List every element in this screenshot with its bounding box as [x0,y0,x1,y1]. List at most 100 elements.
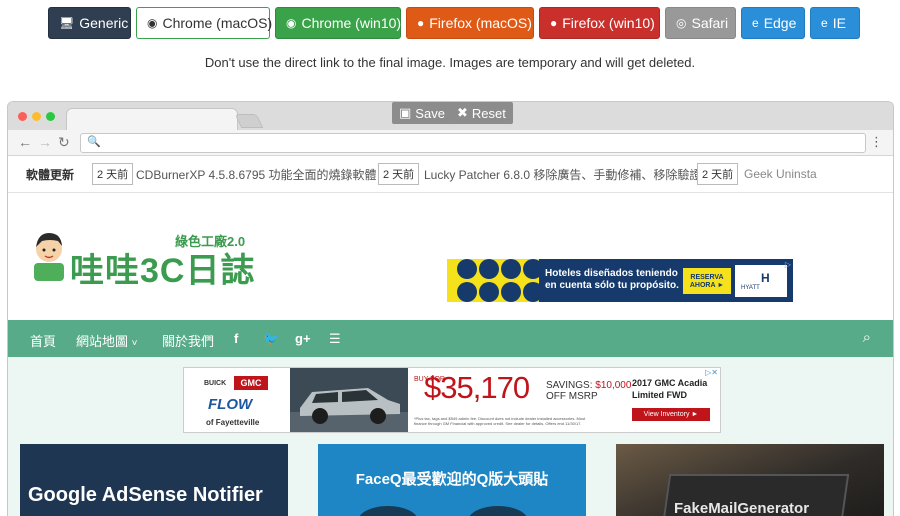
url-input[interactable]: 🔍 [80,133,866,153]
hyatt-label: HYATT [741,285,760,291]
dealer-name: of Fayetteville [206,418,260,427]
save-button[interactable]: ▣ Save [392,102,452,124]
browser-picker: 🖥 Generic ◉ Chrome (macOS) ◉ Chrome (win… [48,7,860,39]
generic-button[interactable]: 🖥 Generic [48,7,131,39]
chrome-icon: ◉ [286,16,297,30]
twitter-icon[interactable]: 🐦 [263,331,279,347]
nav-sitemap-label: 網站地圖 [76,334,129,349]
site-header: 綠色工廠2.0 哇哇3C日誌 Hoteles diseñados teniend… [8,193,893,320]
ad-choices-icon[interactable]: ▷ [785,260,791,269]
card-illustration [468,506,528,516]
mascot-avatar [34,233,64,281]
browser-window: ▣ Save ✖ Reset ← → ↻ 🔍 ⋮ 軟體更新 2 天前 CDBur… [7,101,894,516]
ad-pattern [447,259,543,302]
chrome-win10-button[interactable]: ◉ Chrome (win10) [275,7,401,39]
chrome-macos-button[interactable]: ◉ Chrome (macOS) [136,7,272,39]
hotel-ad-banner[interactable]: Hoteles diseñados teniendo en cuenta sól… [447,259,793,302]
model-line: 2017 GMC Acadia [632,378,708,388]
safari-icon: ◎ [676,16,687,30]
firefox-icon: ● [417,16,425,30]
ad-text-line: en cuenta sólo tu propósito. [545,280,679,291]
rss-icon[interactable]: ☰ [329,331,341,347]
back-arrow-icon[interactable]: ← [18,134,32,150]
firefox-icon: ● [550,16,558,30]
article-card[interactable]: FakeMailGenerator [616,444,884,516]
ie-button[interactable]: e IE [810,7,860,39]
hyatt-logo: H [761,271,770,285]
gmc-logo: GMC [234,376,268,390]
suv-image [290,388,408,432]
price: $35,170 [424,370,530,405]
view-inventory-button[interactable]: View Inventory ► [632,408,710,421]
article-card[interactable]: Google AdSense Notifier [20,444,288,516]
close-icon: ✖ [457,105,468,120]
google-plus-icon[interactable]: g+ [295,331,311,346]
savings-label: SAVINGS: [546,380,593,391]
ticker-label: 軟體更新 [26,167,75,182]
fine-print-line: finance through GM Financial with approv… [414,421,582,426]
title-bar: ▣ Save ✖ Reset [8,102,893,132]
menu-icon[interactable]: ⋮ [870,134,883,150]
ad-text-line: Hoteles diseñados teniendo [545,268,678,279]
chevron-down-icon: ˅ [131,338,138,349]
ie-icon: e [821,16,828,30]
dealer-logos: BUICK GMC FLOW of Fayetteville [184,368,289,432]
car-ad-banner[interactable]: BUICK GMC FLOW of Fayetteville BUY FOR $… [183,367,721,433]
update-ticker: 軟體更新 2 天前 CDBurnerXP 4.5.8.6795 功能全面的燒錄軟… [8,156,893,193]
card-title: FakeMailGenerator [674,500,810,516]
savings: SAVINGS: $10,000 OFF MSRP [546,380,631,402]
nav-about[interactable]: 關於我們 [162,331,214,350]
edge-icon: e [752,16,759,30]
notice-text: Don't use the direct link to the final i… [204,55,696,70]
ticker-badge: 2 天前 [378,163,420,185]
card-title: Google AdSense Notifier [28,484,263,506]
ticker-link[interactable]: Geek Uninsta [744,167,817,181]
ticker-link[interactable]: Lucky Patcher 6.8.0 移除廣告、手動修補、移除驗證 [424,166,701,183]
minimize-dot[interactable] [32,112,41,121]
cta-line: RESERVA [690,274,724,281]
reserve-button[interactable]: RESERVA AHORA ► [683,268,731,294]
facebook-icon[interactable]: f [234,331,238,346]
monitor-icon: 🖥 [59,16,75,30]
firefox-macos-button[interactable]: ● Firefox (macOS) [406,7,534,39]
search-icon: 🔍 [87,136,101,148]
close-dot[interactable] [18,112,27,121]
ticker-badge: 2 天前 [92,163,134,185]
nav-home[interactable]: 首頁 [30,331,56,350]
content-area: BUICK GMC FLOW of Fayetteville BUY FOR $… [8,357,893,516]
main-navigation: 首頁 網站地圖 ˅ 關於我們 f 🐦 g+ ☰ ⌕ [8,320,893,357]
savings-suffix: OFF MSRP [546,391,598,402]
model-name: 2017 GMC Acadia Limited FWD [632,377,707,401]
reset-button[interactable]: ✖ Reset [450,102,513,124]
savings-value: $10,000 [595,380,632,391]
maximize-dot[interactable] [46,112,55,121]
firefox-win10-button[interactable]: ● Firefox (win10) [539,7,660,39]
search-icon[interactable]: ⌕ [863,329,871,346]
forward-arrow-icon[interactable]: → [38,134,52,150]
fine-print: *Plus tax, tags and $549 admin fee. Disc… [414,416,624,426]
nav-sitemap[interactable]: 網站地圖 ˅ [76,331,137,350]
hyatt-logos: H HYATT [735,265,787,297]
ticker-badge: 2 天前 [697,163,739,185]
floppy-icon: ▣ [399,105,412,120]
browser-tab[interactable] [66,108,238,132]
ad-text: Hoteles diseñados teniendo en cuenta sól… [545,268,679,292]
new-tab-button[interactable] [234,114,264,128]
circle-pattern [447,259,543,302]
buick-logo: BUICK [204,380,227,387]
cta-line: AHORA ► [689,282,725,289]
safari-button[interactable]: ◎ Safari [665,7,736,39]
car-photo [290,368,408,432]
reload-icon[interactable]: ↻ [58,134,70,151]
chrome-icon: ◉ [147,16,158,30]
article-card[interactable]: FaceQ最受歡迎的Q版大頭貼 [318,444,586,516]
edge-button[interactable]: e Edge [741,7,805,39]
card-title: FaceQ最受歡迎的Q版大頭貼 [355,471,549,488]
site-logo[interactable]: 哇哇3C日誌 [70,243,255,292]
address-bar-row: ← → ↻ 🔍 ⋮ [8,130,893,156]
ticker-link[interactable]: CDBurnerXP 4.5.8.6795 功能全面的燒錄軟體 [136,166,377,183]
flow-logo: FLOW [208,396,253,413]
card-illustration [358,506,418,516]
model-line: Limited FWD [632,390,687,400]
ad-close-icon[interactable]: ▷✕ [705,368,718,377]
